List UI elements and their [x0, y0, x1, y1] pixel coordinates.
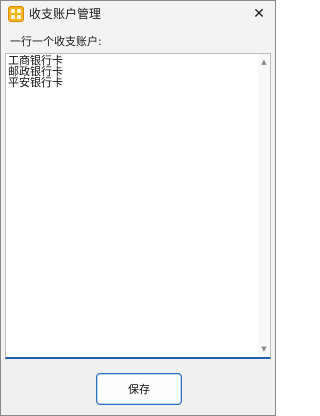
- dialog-footer: 保存: [1, 359, 275, 415]
- close-button[interactable]: ✕: [243, 1, 275, 27]
- accounts-textarea-frame: 工商银行卡 邮政银行卡 平安银行卡 ▲ ▼: [5, 53, 271, 359]
- account-manager-window: 收支账户管理 ✕ 一行一个收支账户: 工商银行卡 邮政银行卡 平安银行卡 ▲ ▼…: [0, 0, 276, 416]
- window-title: 收支账户管理: [29, 7, 102, 21]
- save-button[interactable]: 保存: [96, 373, 182, 405]
- app-icon: [8, 6, 24, 22]
- scroll-down-arrow-icon[interactable]: ▼: [258, 343, 270, 355]
- accounts-label: 一行一个收支账户:: [10, 35, 102, 48]
- close-icon: ✕: [253, 6, 265, 22]
- vertical-scrollbar[interactable]: ▲ ▼: [258, 54, 270, 357]
- accounts-textarea[interactable]: 工商银行卡 邮政银行卡 平安银行卡: [8, 55, 256, 355]
- title-bar: 收支账户管理 ✕: [1, 1, 275, 27]
- scroll-up-arrow-icon[interactable]: ▲: [258, 56, 270, 68]
